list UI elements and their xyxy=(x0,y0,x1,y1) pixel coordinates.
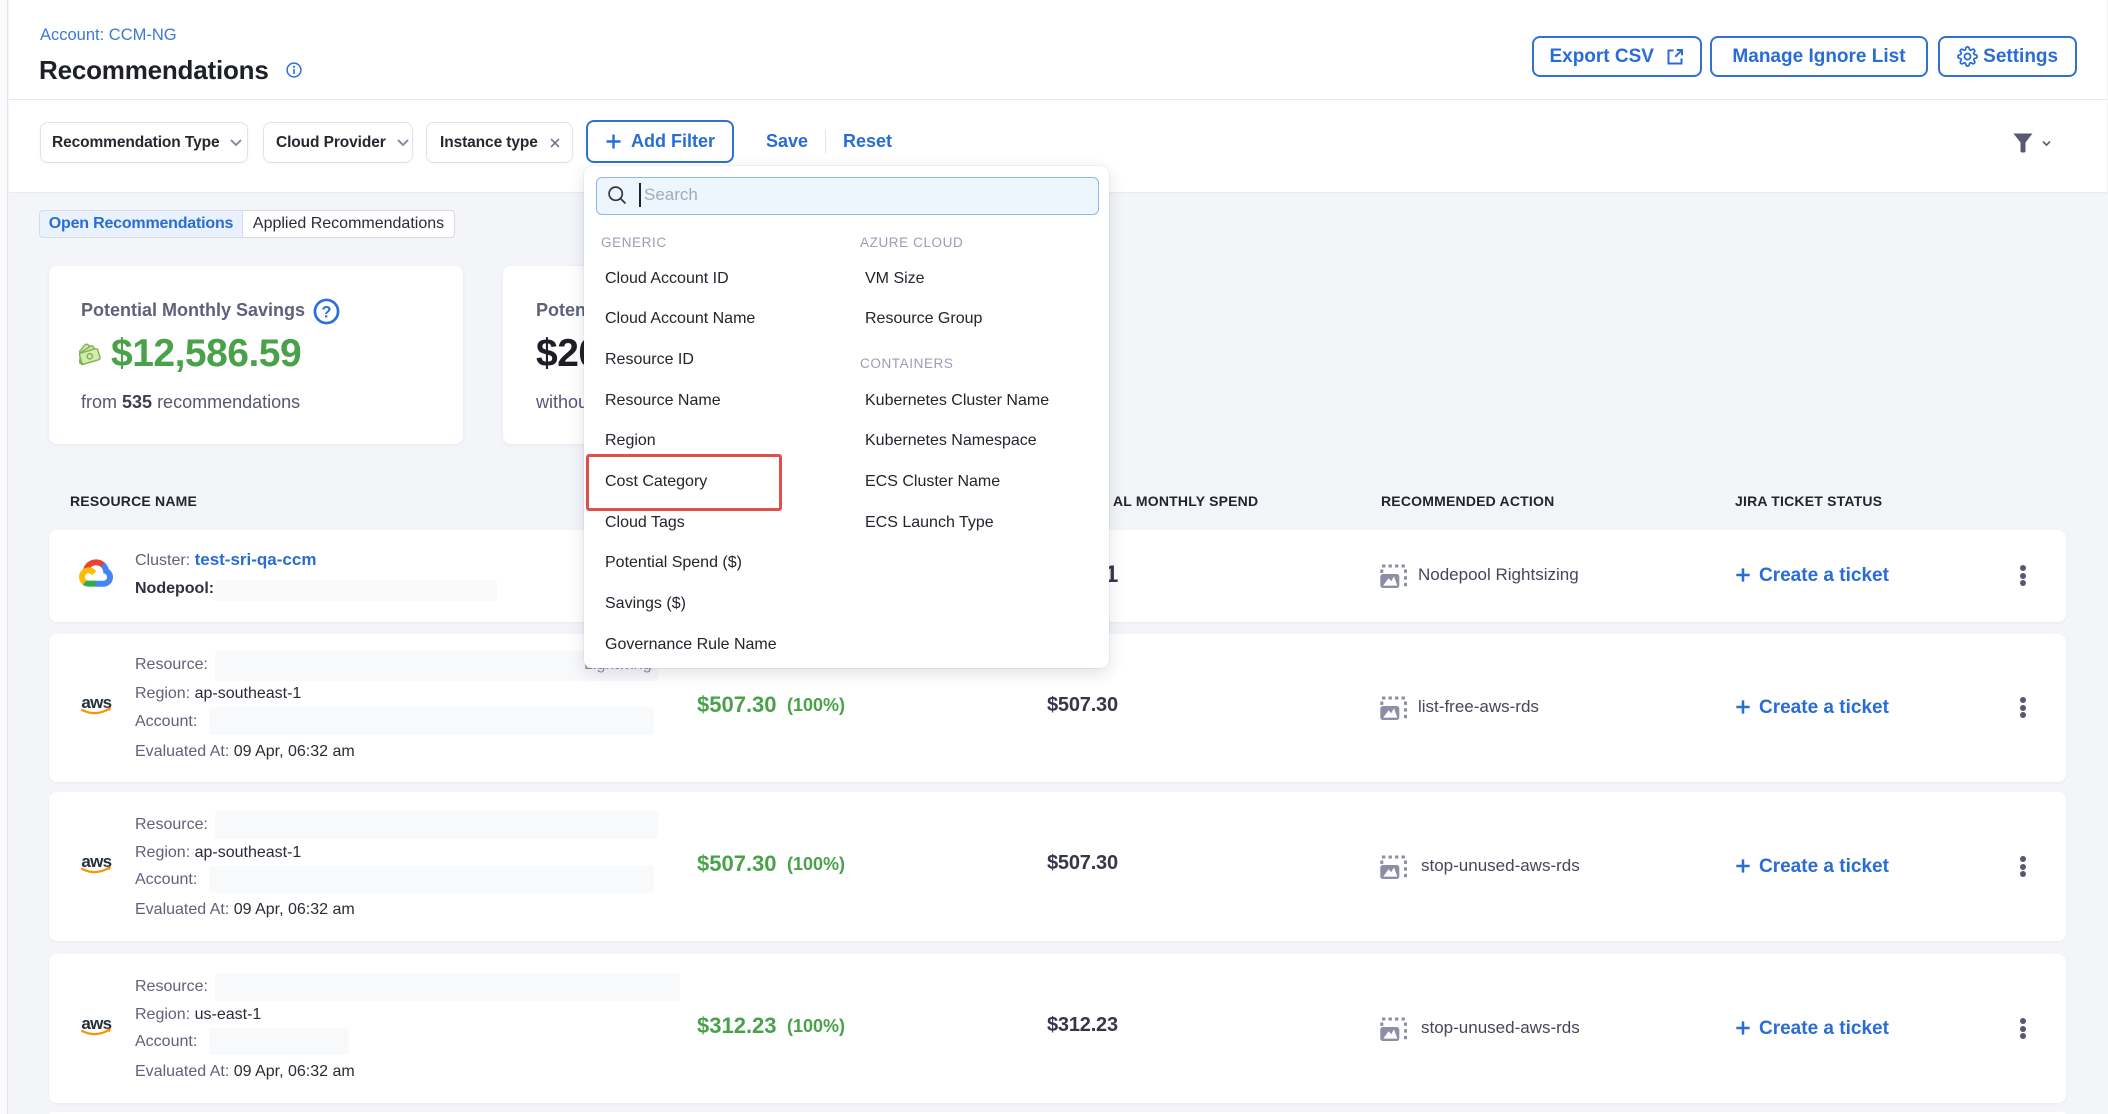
svg-text:?: ? xyxy=(321,303,331,321)
